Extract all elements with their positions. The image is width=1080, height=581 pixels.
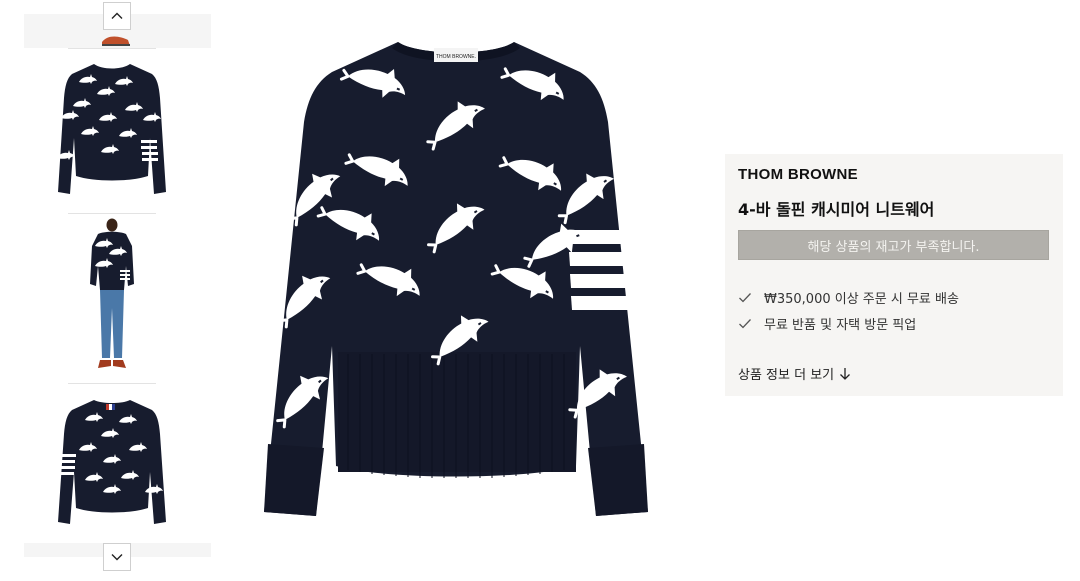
brand-name[interactable]: THOM BROWNE bbox=[738, 166, 858, 183]
scroll-down-button[interactable] bbox=[103, 543, 131, 571]
benefit-free-shipping: ₩350,000 이상 주문 시 무료 배송 bbox=[738, 288, 959, 307]
stock-status-button[interactable]: 해당 상품의 재고가 부족합니다. bbox=[738, 230, 1049, 260]
check-icon bbox=[739, 318, 751, 328]
divider bbox=[68, 383, 156, 384]
benefit-free-returns: 무료 반품 및 자택 방문 픽업 bbox=[738, 314, 916, 333]
chevron-down-icon bbox=[111, 554, 123, 561]
more-info-label: 상품 정보 더 보기 bbox=[738, 368, 835, 383]
check-icon bbox=[739, 292, 751, 302]
thumbnail-back-flat[interactable] bbox=[54, 394, 170, 534]
arrow-down-icon bbox=[840, 367, 851, 380]
product-title: 4-바 돌핀 캐시미어 니트웨어 bbox=[738, 200, 935, 219]
divider bbox=[68, 48, 156, 49]
scroll-up-button[interactable] bbox=[103, 2, 131, 30]
garment-label: THOM BROWNE. bbox=[436, 54, 476, 60]
product-info-panel: THOM BROWNE 4-바 돌핀 캐시미어 니트웨어 해당 상품의 재고가 … bbox=[725, 154, 1063, 396]
divider bbox=[68, 213, 156, 214]
main-product-image[interactable]: THOM BROWNE. bbox=[258, 34, 654, 524]
thumbnail-model-full[interactable] bbox=[54, 218, 170, 378]
benefit-label: 무료 반품 및 자택 방문 픽업 bbox=[764, 318, 917, 333]
thumbnail-rail bbox=[24, 0, 211, 581]
thumbnail-front-flat[interactable] bbox=[54, 58, 170, 204]
more-product-info-link[interactable]: 상품 정보 더 보기 bbox=[738, 364, 851, 383]
chevron-up-icon bbox=[111, 12, 123, 19]
benefit-label: ₩350,000 이상 주문 시 무료 배송 bbox=[764, 292, 959, 307]
